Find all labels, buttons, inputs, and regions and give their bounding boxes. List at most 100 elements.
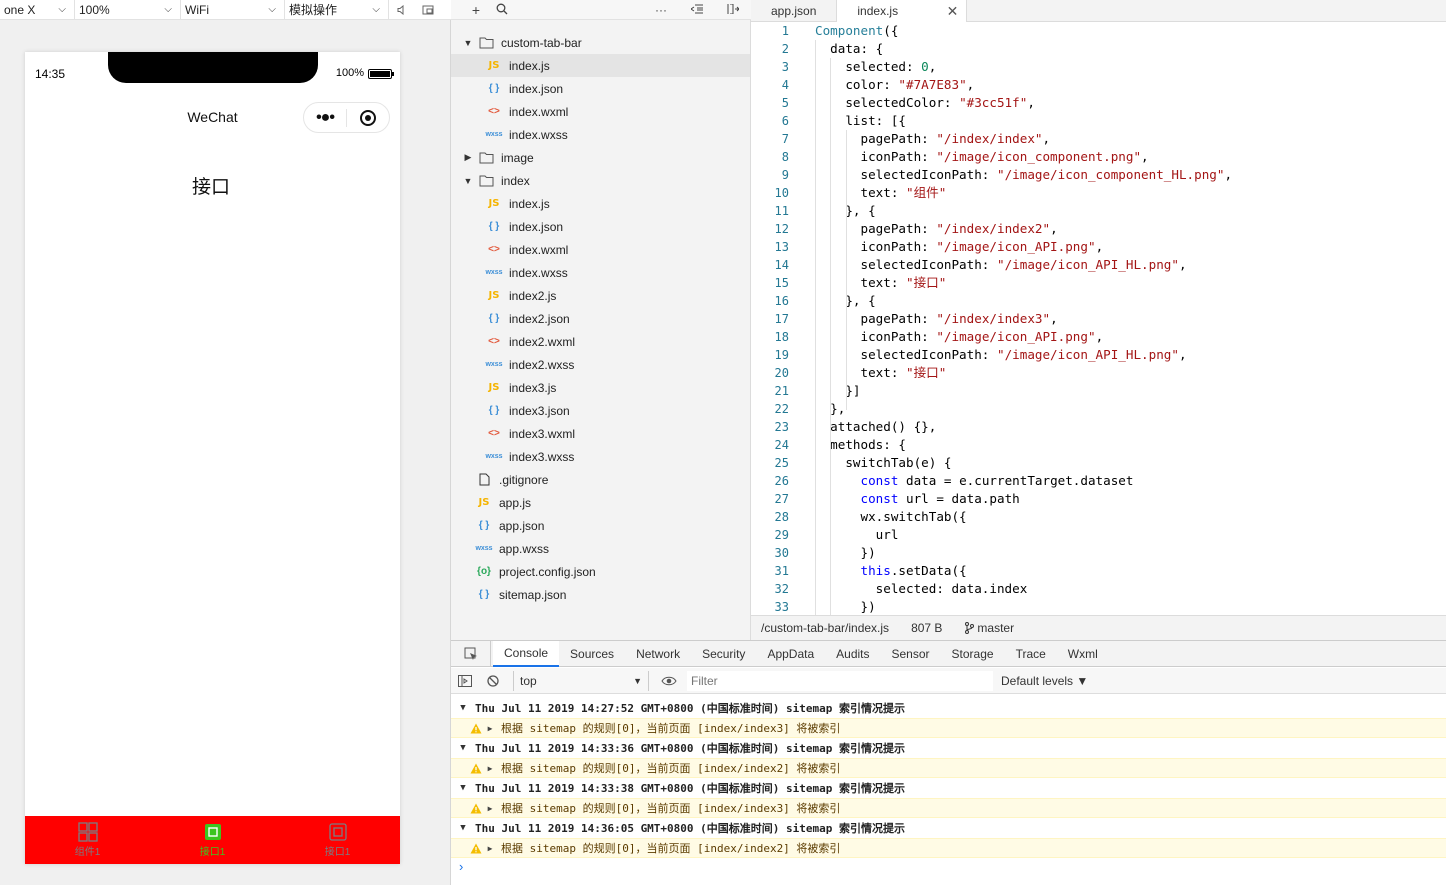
- plus-icon[interactable]: +: [463, 2, 489, 18]
- tree-file[interactable]: { } index.json: [451, 215, 750, 238]
- devtools-tab-console[interactable]: Console: [493, 640, 560, 667]
- devtools-tab-storage[interactable]: Storage: [941, 641, 1005, 667]
- tree-file[interactable]: wxss index.wxss: [451, 123, 750, 146]
- tree-file[interactable]: wxss index2.wxss: [451, 353, 750, 376]
- tree-file[interactable]: JS index.js: [451, 192, 750, 215]
- log-warning[interactable]: ▶ 根据 sitemap 的规则[0]，当前页面 [index/index3] 将…: [451, 798, 1446, 818]
- tree-file[interactable]: { } sitemap.json: [451, 583, 750, 606]
- log-warning-text: 根据 sitemap 的规则[0]，当前页面 [index/index3] 将被…: [501, 802, 841, 815]
- close-icon[interactable]: ✕: [947, 3, 959, 20]
- tree-label: index2.json: [509, 311, 570, 326]
- zoom-select[interactable]: 100% ⌵: [75, 0, 181, 20]
- context-select[interactable]: top ▼: [513, 670, 649, 691]
- tree-folder[interactable]: ▼ index: [451, 169, 750, 192]
- ops-select-value: 模拟操作: [289, 3, 338, 17]
- devtools-tab-sensor[interactable]: Sensor: [881, 641, 941, 667]
- tab-item-api-2[interactable]: 接口1: [275, 816, 400, 864]
- devtools-tab-network[interactable]: Network: [625, 641, 691, 667]
- line-number: 6: [781, 114, 789, 128]
- git-branch[interactable]: master: [964, 621, 1036, 635]
- code-line: }]: [815, 383, 861, 398]
- caret-down-icon: ▼: [633, 675, 642, 686]
- inspect-button[interactable]: [451, 640, 491, 667]
- caret-down-icon[interactable]: ▼: [461, 176, 475, 186]
- tree-file[interactable]: <> index.wxml: [451, 100, 750, 123]
- tree-file[interactable]: JS index3.js: [451, 376, 750, 399]
- line-number: 4: [781, 78, 789, 92]
- close-miniprogram-button[interactable]: [347, 109, 389, 126]
- log-warning[interactable]: ▶ 根据 sitemap 的规则[0]，当前页面 [index/index2] 将…: [451, 758, 1446, 778]
- devtools-tab-wxml[interactable]: Wxml: [1057, 641, 1109, 667]
- caret-right-icon[interactable]: ▶: [461, 152, 475, 163]
- devtools-tab-trace[interactable]: Trace: [1005, 641, 1057, 667]
- tree-file[interactable]: JS app.js: [451, 491, 750, 514]
- tree-file[interactable]: wxss index.wxss: [451, 261, 750, 284]
- tree-file[interactable]: <> index3.wxml: [451, 422, 750, 445]
- code-editor[interactable]: 1 2 3 4 5 6 7 8 9 10 11 12 13 14 15 16 17 18 19 20 21 22 23 24 2…: [751, 22, 1446, 615]
- filter-input[interactable]: [687, 670, 993, 691]
- tree-file[interactable]: JS index.js: [451, 54, 750, 77]
- code-line: color: "#7A7E83",: [815, 77, 975, 92]
- tab-item-api[interactable]: 接口1: [150, 816, 275, 864]
- log-group-header[interactable]: ▼ Thu Jul 11 2019 14:33:38 GMT+0800 (中国标准…: [451, 778, 1446, 798]
- device-select[interactable]: one X ⌵: [0, 0, 75, 20]
- js-file-icon: JS: [488, 382, 500, 393]
- file-explorer: + ··· ▼ custom-tab-bar JS index.js{ } index.…: [451, 0, 751, 640]
- tab-index-js[interactable]: index.js ✕: [837, 0, 968, 22]
- log-group-header[interactable]: ▼ Thu Jul 11 2019 14:27:52 GMT+0800 (中国标准…: [451, 698, 1446, 718]
- tree-folder[interactable]: ▼ custom-tab-bar: [451, 31, 750, 54]
- tree-label: index.js: [509, 58, 550, 73]
- line-number: 3: [781, 60, 789, 74]
- log-group-header[interactable]: ▼ Thu Jul 11 2019 14:36:05 GMT+0800 (中国标准…: [451, 818, 1446, 838]
- chevron-down-icon: ⌵: [268, 4, 276, 15]
- indent-guide: [815, 40, 816, 615]
- window-button[interactable]: [415, 0, 441, 20]
- tree-file[interactable]: wxss app.wxss: [451, 537, 750, 560]
- tree-file[interactable]: { } index3.json: [451, 399, 750, 422]
- tree-file[interactable]: <> index2.wxml: [451, 330, 750, 353]
- log-warning[interactable]: ▶ 根据 sitemap 的规则[0]，当前页面 [index/index2] 将…: [451, 838, 1446, 858]
- console-prompt[interactable]: ›: [459, 859, 463, 874]
- tree-file[interactable]: <> index.wxml: [451, 238, 750, 261]
- line-number: 30: [774, 546, 789, 560]
- log-warning-text: 根据 sitemap 的规则[0]，当前页面 [index/index2] 将被…: [501, 762, 841, 775]
- devtools-tab-audits[interactable]: Audits: [825, 641, 880, 667]
- tree-file[interactable]: { } app.json: [451, 514, 750, 537]
- more-dots-icon[interactable]: •●•: [304, 109, 346, 127]
- tree-file[interactable]: { } index.json: [451, 77, 750, 100]
- tree-file[interactable]: JS index2.js: [451, 284, 750, 307]
- clear-console-button[interactable]: [479, 674, 507, 687]
- log-levels-select[interactable]: Default levels ▼: [1001, 674, 1088, 688]
- tab-app-json[interactable]: app.json: [751, 0, 838, 22]
- tree-file[interactable]: .gitignore: [451, 468, 750, 491]
- tree-file[interactable]: wxss index3.wxss: [451, 445, 750, 468]
- log-warning[interactable]: ▶ 根据 sitemap 的规则[0]，当前页面 [index/index3] 将…: [451, 718, 1446, 738]
- network-select[interactable]: WiFi ⌵: [181, 0, 285, 20]
- caret-down-icon[interactable]: ▼: [461, 38, 475, 48]
- mute-button[interactable]: [389, 0, 415, 20]
- devtools-tab-sources[interactable]: Sources: [559, 641, 625, 667]
- wxss-file-icon: wxss: [485, 269, 503, 276]
- tree-file[interactable]: { } index2.json: [451, 307, 750, 330]
- line-number: 1: [781, 24, 789, 38]
- editor-statusbar: /custom-tab-bar/index.js 807 B master: [751, 615, 1446, 640]
- code-line: this.setData({: [860, 563, 967, 578]
- ops-select[interactable]: 模拟操作 ⌵: [285, 0, 389, 20]
- devtools-tab-appdata[interactable]: AppData: [756, 641, 825, 667]
- json-file-icon: { }: [488, 405, 500, 416]
- tree-folder[interactable]: ▶ image: [451, 146, 750, 169]
- live-expression-button[interactable]: [655, 676, 683, 686]
- tree-file[interactable]: {o} project.config.json: [451, 560, 750, 583]
- tab-item-component[interactable]: 组件1: [25, 816, 150, 864]
- split-icon[interactable]: [715, 3, 751, 17]
- more-icon[interactable]: ···: [643, 3, 679, 17]
- log-group-header[interactable]: ▼ Thu Jul 11 2019 14:33:36 GMT+0800 (中国标准…: [451, 738, 1446, 758]
- sidebar-toggle[interactable]: [451, 674, 479, 687]
- json-file-icon: { }: [488, 313, 500, 324]
- search-icon[interactable]: [489, 2, 515, 18]
- devtools-tab-security[interactable]: Security: [691, 641, 756, 667]
- outdent-icon[interactable]: [679, 3, 715, 17]
- caret-down-icon: ▼: [460, 823, 466, 833]
- line-number: 9: [781, 168, 789, 182]
- line-number: 33: [774, 600, 789, 614]
